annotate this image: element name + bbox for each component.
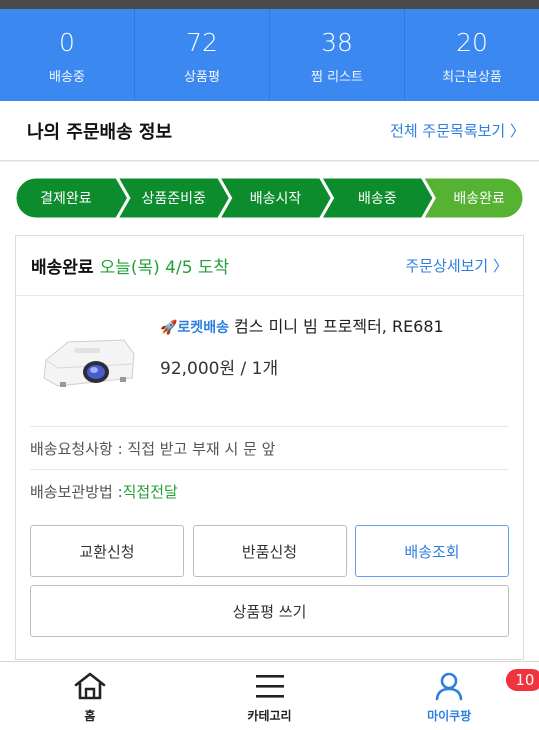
step-label: 배송중 — [358, 191, 397, 207]
step-label: 상품준비중 — [141, 191, 206, 207]
stat-label: 배송중 — [49, 69, 85, 85]
tab-mycoupang-label: 마이쿠팡 — [427, 709, 472, 723]
stat-count: 38 — [321, 27, 353, 57]
home-icon — [74, 672, 106, 700]
stat-reviews[interactable]: 72 상품평 — [135, 9, 270, 101]
status-text: 배송완료 — [31, 258, 94, 278]
storage-method-row: 배송보관방법 : 직접전달 — [30, 469, 509, 512]
delivery-request-text: 배송요청사항 : 직접 받고 부재 시 문 앞 — [30, 439, 276, 458]
order-info-header: 나의 주문배송 정보 전체 주문목록보기 〉 — [0, 101, 539, 161]
return-button[interactable]: 반품신청 — [192, 525, 347, 577]
stat-count: 72 — [186, 27, 218, 57]
order-info-title: 나의 주문배송 정보 — [27, 121, 173, 143]
tab-category-label: 카테고리 — [247, 709, 292, 723]
product-row[interactable]: 🚀로켓배송 컴스 미니 빔 프로젝터, RE681 92,000원 / 1개 — [16, 296, 523, 426]
all-orders-link[interactable]: 전체 주문목록보기 〉 — [390, 120, 525, 141]
status-strip — [0, 0, 539, 9]
storage-label: 배송보관방법 : — [30, 482, 123, 501]
write-review-button[interactable]: 상품평 쓰기 — [30, 585, 509, 637]
tab-home-label: 홈 — [84, 709, 96, 723]
track-delivery-button[interactable]: 배송조회 — [355, 525, 509, 577]
storage-value: 직접전달 — [122, 482, 178, 501]
tab-category[interactable]: 카테고리 — [180, 662, 360, 730]
stat-label: 찜 리스트 — [311, 69, 363, 85]
exchange-button[interactable]: 교환신청 — [30, 525, 184, 577]
rocket-delivery-label: 🚀로켓배송 — [160, 320, 229, 336]
stats-bar: 0 배송중 72 상품평 38 찜 리스트 20 최근본상품 — [0, 9, 539, 101]
product-title[interactable]: 🚀로켓배송 컴스 미니 빔 프로젝터, RE681 — [160, 313, 444, 337]
stat-wishlist[interactable]: 38 찜 리스트 — [270, 9, 405, 101]
order-card: 배송완료 오늘(목) 4/5 도착 주문상세보기 〉 🚀로켓배송 컴스 미니 빔 … — [15, 235, 524, 660]
delivery-status: 배송완료 오늘(목) 4/5 도착 — [31, 253, 229, 278]
tab-home[interactable]: 홈 — [0, 662, 180, 730]
user-icon — [435, 672, 463, 701]
projector-icon[interactable] — [38, 320, 138, 400]
product-price: 92,000원 / 1개 — [160, 359, 279, 379]
arrival-text: 오늘(목) 4/5 도착 — [99, 258, 230, 278]
stat-count: 0 — [59, 27, 75, 57]
order-section: 결제완료 상품준비중 배송시작 배송중 배송완료 배송완료 오늘(목) 4/5 도착 주문… — [0, 162, 539, 662]
stat-recent[interactable]: 20 최근본상품 — [405, 9, 539, 101]
notification-badge: 10 — [504, 667, 539, 693]
menu-icon — [255, 675, 284, 698]
product-name: 컴스 미니 빔 프로젝터, RE681 — [234, 317, 444, 336]
stat-label: 상품평 — [184, 69, 220, 85]
stat-shipping[interactable]: 0 배송중 — [0, 9, 135, 101]
delivery-request-row: 배송요청사항 : 직접 받고 부재 시 문 앞 — [30, 426, 509, 469]
step-label: 배송시작 — [250, 191, 302, 207]
tab-mycoupang[interactable]: 마이쿠팡 10 — [359, 662, 539, 730]
delivery-steps: 결제완료 상품준비중 배송시작 배송중 배송완료 — [15, 177, 524, 219]
stat-label: 최근본상품 — [442, 69, 502, 85]
order-detail-link[interactable]: 주문상세보기 〉 — [405, 255, 508, 276]
step-label: 결제완료 — [40, 191, 92, 207]
action-buttons: 교환신청 반품신청 배송조회 — [30, 525, 509, 577]
bottom-tab-bar: 홈 카테고리 마이쿠팡 10 — [0, 661, 539, 730]
card-header: 배송완료 오늘(목) 4/5 도착 주문상세보기 〉 — [16, 236, 523, 296]
step-label: 배송완료 — [453, 191, 505, 207]
stat-count: 20 — [456, 27, 488, 57]
